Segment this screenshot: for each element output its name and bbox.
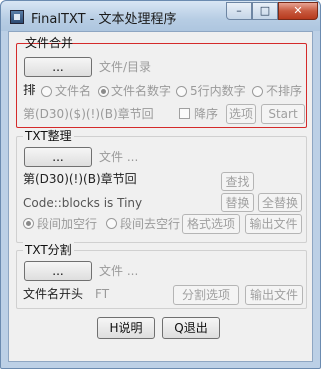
replace-button[interactable]: 替换 bbox=[221, 193, 254, 212]
organize-group: TXT整理 ... 文件 ... 第(D30)(!)(B)章节回 查找 Code… bbox=[16, 128, 307, 243]
main-window: FinalTXT - 文本处理程序 – □ ✕ 文件合并 ... 文件/目录 排… bbox=[0, 0, 321, 369]
mode-add-blank-label: 段间加空行 bbox=[37, 217, 98, 231]
help-button[interactable]: H说明 bbox=[97, 317, 155, 339]
sort-radio-filename[interactable] bbox=[41, 86, 52, 97]
close-button[interactable]: ✕ bbox=[278, 2, 318, 20]
replace-all-button[interactable]: 全替换 bbox=[258, 193, 302, 212]
merge-group: 文件合并 ... 文件/目录 排序 文件名 文件名数字 5行内数字 不排序 第(… bbox=[16, 36, 307, 128]
split-export-button[interactable]: 输出文件 bbox=[245, 285, 303, 305]
quit-button[interactable]: Q退出 bbox=[162, 317, 220, 339]
minimize-button[interactable]: – bbox=[226, 2, 252, 20]
organize-path-field[interactable]: 文件 ... bbox=[99, 150, 138, 164]
merge-group-title: 文件合并 bbox=[25, 36, 74, 50]
sort-radio-filename-number[interactable] bbox=[98, 86, 109, 97]
client-area: 文件合并 ... 文件/目录 排序 文件名 文件名数字 5行内数字 不排序 第(… bbox=[8, 31, 313, 362]
organize-browse-button[interactable]: ... bbox=[24, 147, 92, 167]
mode-radio-add-blank[interactable] bbox=[23, 218, 34, 229]
split-path-field[interactable]: 文件 ... bbox=[99, 264, 138, 278]
format-options-button[interactable]: 格式选项 bbox=[182, 214, 240, 234]
split-group: TXT分割 ... 文件 ... 文件名开头 FT 分割选项 输出文件 bbox=[16, 242, 307, 309]
organize-export-button[interactable]: 输出文件 bbox=[245, 214, 302, 234]
sort-option-no-sort: 不排序 bbox=[266, 84, 303, 98]
descending-checkbox[interactable] bbox=[179, 108, 190, 119]
prefix-label: 文件名开头 bbox=[23, 287, 84, 301]
sort-radio-no-sort[interactable] bbox=[252, 86, 263, 97]
title-bar[interactable]: FinalTXT - 文本处理程序 – □ ✕ bbox=[1, 1, 320, 31]
split-options-button[interactable]: 分割选项 bbox=[173, 285, 239, 305]
start-button[interactable]: Start bbox=[261, 104, 305, 124]
split-browse-button[interactable]: ... bbox=[24, 261, 92, 281]
merge-browse-button[interactable]: ... bbox=[24, 57, 92, 77]
merge-pattern-text[interactable]: 第(D30)($)(!)(B)章节回 bbox=[23, 107, 154, 121]
sort-option-filename-number: 文件名数字 bbox=[111, 84, 172, 98]
sort-radio-five-line-number[interactable] bbox=[176, 86, 187, 97]
sort-label: 排序 bbox=[23, 84, 35, 98]
organize-pattern-text[interactable]: 第(D30)(!)(B)章节回 bbox=[23, 172, 137, 186]
merge-path-field[interactable]: 文件/目录 bbox=[99, 60, 151, 74]
find-button[interactable]: 查找 bbox=[221, 172, 254, 191]
app-icon bbox=[10, 10, 24, 24]
mode-radio-remove-blank[interactable] bbox=[106, 218, 117, 229]
sort-option-filename: 文件名 bbox=[55, 84, 92, 98]
sort-option-five-line-number: 5行内数字 bbox=[190, 84, 246, 98]
window-title: FinalTXT - 文本处理程序 bbox=[31, 12, 177, 27]
maximize-button[interactable]: □ bbox=[252, 2, 278, 20]
code-text: Code::blocks is Tiny bbox=[23, 196, 143, 210]
prefix-value[interactable]: FT bbox=[95, 287, 109, 301]
mode-remove-blank-label: 段间去空行 bbox=[120, 217, 181, 231]
organize-group-title: TXT整理 bbox=[23, 128, 74, 144]
split-group-title: TXT分割 bbox=[23, 242, 74, 258]
merge-options-button[interactable]: 选项 bbox=[226, 104, 256, 124]
descending-label: 降序 bbox=[194, 107, 219, 121]
